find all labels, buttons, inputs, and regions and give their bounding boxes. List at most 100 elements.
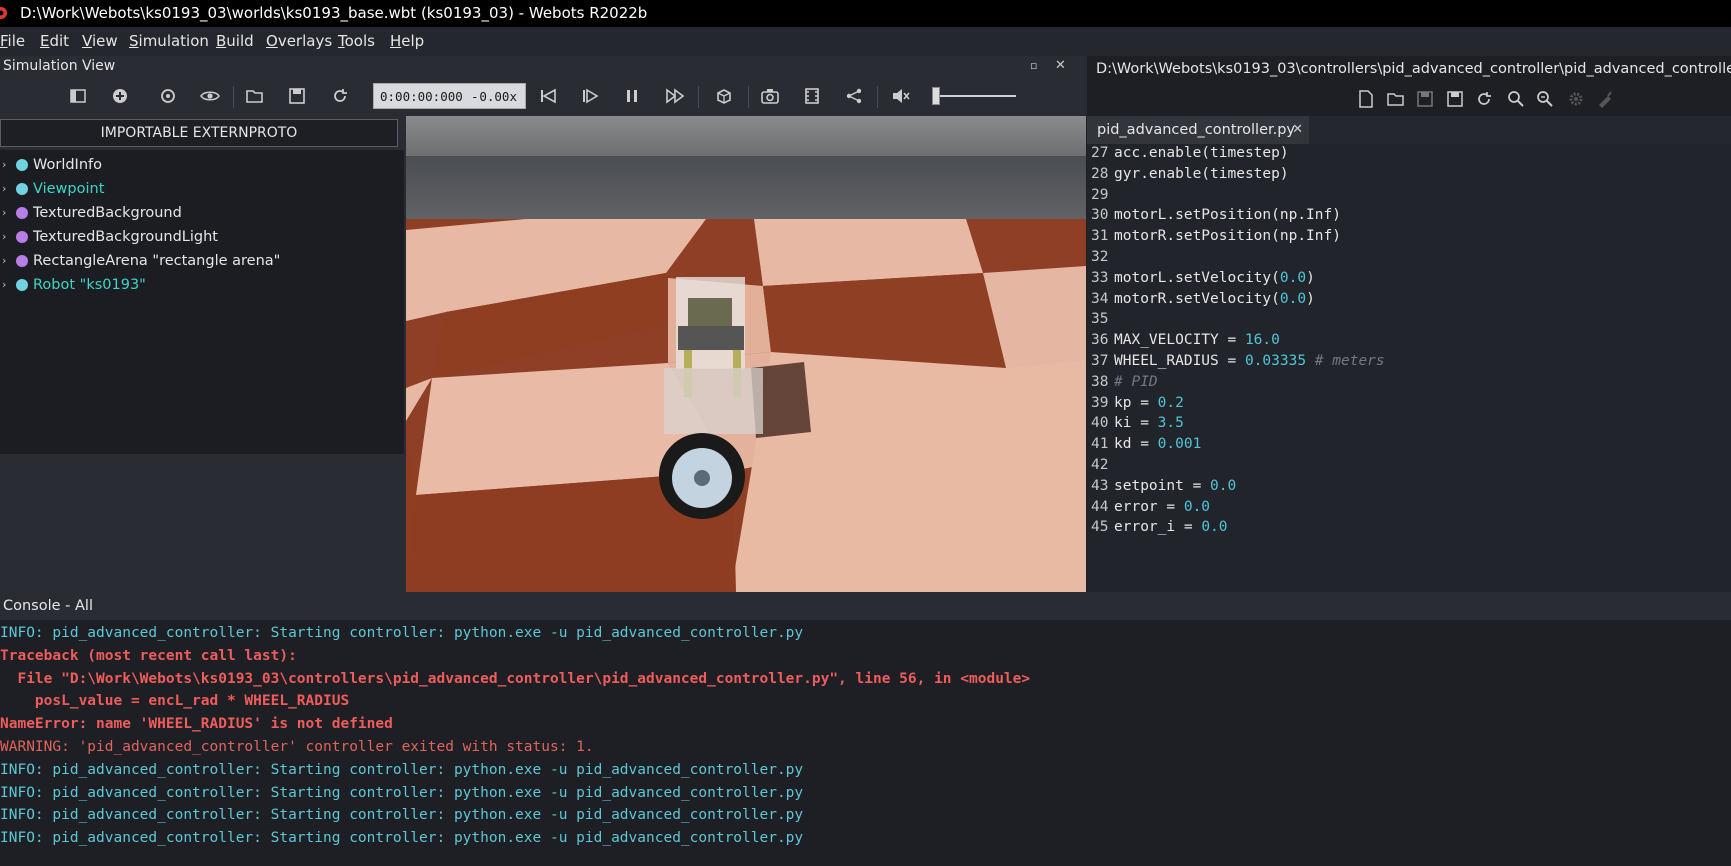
editor-file-path: D:\Work\Webots\ks0193_03\controllers\pid…: [1087, 56, 1731, 83]
code-token: 0.001: [1157, 436, 1202, 453]
screenshot-button[interactable]: [758, 84, 782, 108]
code-token: 0.0: [1279, 290, 1307, 307]
revert-button[interactable]: [1473, 88, 1495, 110]
line-number: 32: [1091, 249, 1109, 265]
share-icon: [846, 88, 862, 104]
code-token: # meters: [1314, 353, 1385, 369]
view-menu-button[interactable]: [712, 84, 736, 108]
save-as-button[interactable]: [1444, 88, 1466, 110]
pause-button[interactable]: [620, 84, 644, 108]
cube-icon: [717, 89, 731, 104]
node-dot-icon: [16, 231, 28, 243]
save-icon: [289, 88, 305, 104]
menu-view[interactable]: View: [82, 27, 118, 56]
replace-button[interactable]: [1534, 88, 1556, 110]
open-file-button[interactable]: [1385, 88, 1407, 110]
step-button[interactable]: [578, 84, 602, 108]
3d-viewport[interactable]: [406, 116, 1086, 592]
node-dot-icon: [16, 207, 28, 219]
save-world-button[interactable]: [285, 84, 309, 108]
close-icon[interactable]: ✕: [1292, 116, 1303, 144]
undock-icon[interactable]: ▫: [1030, 55, 1037, 77]
code-token: 16.0: [1244, 332, 1280, 349]
chevron-right-icon[interactable]: ›: [2, 153, 6, 177]
line-content: motorR.setPosition(np.Inf): [1114, 225, 1341, 248]
console-line: WARNING: 'pid_advanced_controller' contr…: [0, 739, 594, 755]
line-content: error = 0.0: [1114, 496, 1210, 519]
step-icon: [583, 88, 599, 104]
reload-world-button[interactable]: [328, 84, 352, 108]
line-content: ki = 3.5: [1114, 412, 1184, 435]
line-number: 43: [1091, 477, 1109, 494]
fast-forward-icon: [666, 88, 685, 104]
hide-scene-tree-button[interactable]: [66, 84, 90, 108]
node-dot-icon: [16, 279, 28, 291]
chevron-right-icon[interactable]: ›: [2, 201, 6, 225]
menu-tools[interactable]: Tools: [338, 27, 375, 56]
share-button[interactable]: [842, 84, 866, 108]
chevron-right-icon[interactable]: ›: [2, 273, 6, 297]
tree-item-label: TexturedBackgroundLight: [33, 229, 218, 245]
mute-button[interactable]: [889, 84, 913, 108]
importable-externproto-button[interactable]: IMPORTABLE EXTERNPROTO: [0, 119, 398, 147]
node-dot-icon: [16, 159, 28, 171]
tree-item-label: RectangleArena "rectangle arena": [33, 253, 281, 269]
code-token: # PID: [1114, 373, 1158, 390]
volume-slider-handle[interactable]: [932, 87, 940, 105]
console-line: Traceback (most recent call last):: [0, 647, 297, 664]
folder-open-icon: [246, 90, 263, 103]
step-back-button[interactable]: [536, 84, 560, 108]
chevron-right-icon[interactable]: ›: [2, 249, 6, 273]
line-content: error_i = 0.0: [1114, 516, 1228, 539]
record-movie-button[interactable]: [800, 84, 824, 108]
clean-button[interactable]: [1594, 88, 1616, 110]
chevron-right-icon[interactable]: ›: [2, 225, 6, 249]
menu-edit[interactable]: Edit: [40, 27, 69, 56]
scene-tree-panel: IMPORTABLE EXTERNPROTO › WorldInfo › Vie…: [0, 116, 406, 592]
console-line: INFO: pid_advanced_controller: Starting …: [0, 807, 804, 824]
close-icon[interactable]: ✕: [1055, 55, 1066, 77]
tab-pid-advanced-controller[interactable]: pid_advanced_controller.py ✕: [1087, 116, 1309, 144]
line-content: motorL.setPosition(np.Inf): [1114, 204, 1341, 227]
line-content: motorR.setVelocity(0.0): [1114, 288, 1315, 311]
console-line: INFO: pid_advanced_controller: Starting …: [0, 625, 804, 641]
fast-forward-button[interactable]: [663, 84, 687, 108]
menu-build[interactable]: Build: [216, 27, 254, 56]
find-button[interactable]: [1505, 88, 1527, 110]
open-world-button[interactable]: [243, 84, 267, 108]
menu-help[interactable]: Help: [390, 27, 424, 56]
line-content: # PID: [1114, 371, 1158, 394]
film-icon: [805, 88, 819, 104]
code-token: motorR.setPosition(np.Inf): [1114, 228, 1341, 245]
reset-simulation-button[interactable]: [156, 84, 180, 108]
eye-icon: [200, 91, 220, 101]
add-node-button[interactable]: [108, 84, 132, 108]
line-number: 38: [1091, 373, 1109, 390]
simulation-time: 0:00:00:000: [380, 89, 463, 104]
code-editor[interactable]: 27 acc.enable(timestep) 28 gyr.enable(times…: [1087, 144, 1731, 592]
chevron-right-icon[interactable]: ›: [2, 177, 6, 201]
code-token: 0.03335: [1244, 353, 1307, 369]
menu-overlays[interactable]: Overlays: [266, 27, 332, 56]
line-number: 45: [1091, 519, 1109, 536]
node-dot-icon: [16, 183, 28, 195]
new-file-button[interactable]: [1355, 88, 1377, 110]
volume-slider[interactable]: [932, 87, 1016, 105]
tree-item-label: Viewpoint: [33, 181, 105, 197]
broom-icon: [1599, 91, 1612, 108]
save-file-button[interactable]: [1414, 88, 1436, 110]
build-button[interactable]: [1565, 88, 1587, 110]
search-icon: [1508, 91, 1524, 107]
save-as-icon: [1447, 91, 1463, 107]
editor-tab-bar: pid_advanced_controller.py ✕: [1087, 116, 1731, 144]
3d-scene: [406, 116, 1086, 592]
code-token: error =: [1114, 498, 1184, 515]
menu-simulation[interactable]: Simulation: [129, 27, 209, 56]
console-output[interactable]: INFO: pid_advanced_controller: Starting …: [0, 620, 1731, 866]
visibility-button[interactable]: [198, 84, 222, 108]
line-number: 33: [1091, 269, 1109, 286]
speaker-muted-icon: [893, 89, 910, 103]
line-content: kp = 0.2: [1114, 392, 1184, 415]
menu-file[interactable]: File: [0, 27, 25, 56]
